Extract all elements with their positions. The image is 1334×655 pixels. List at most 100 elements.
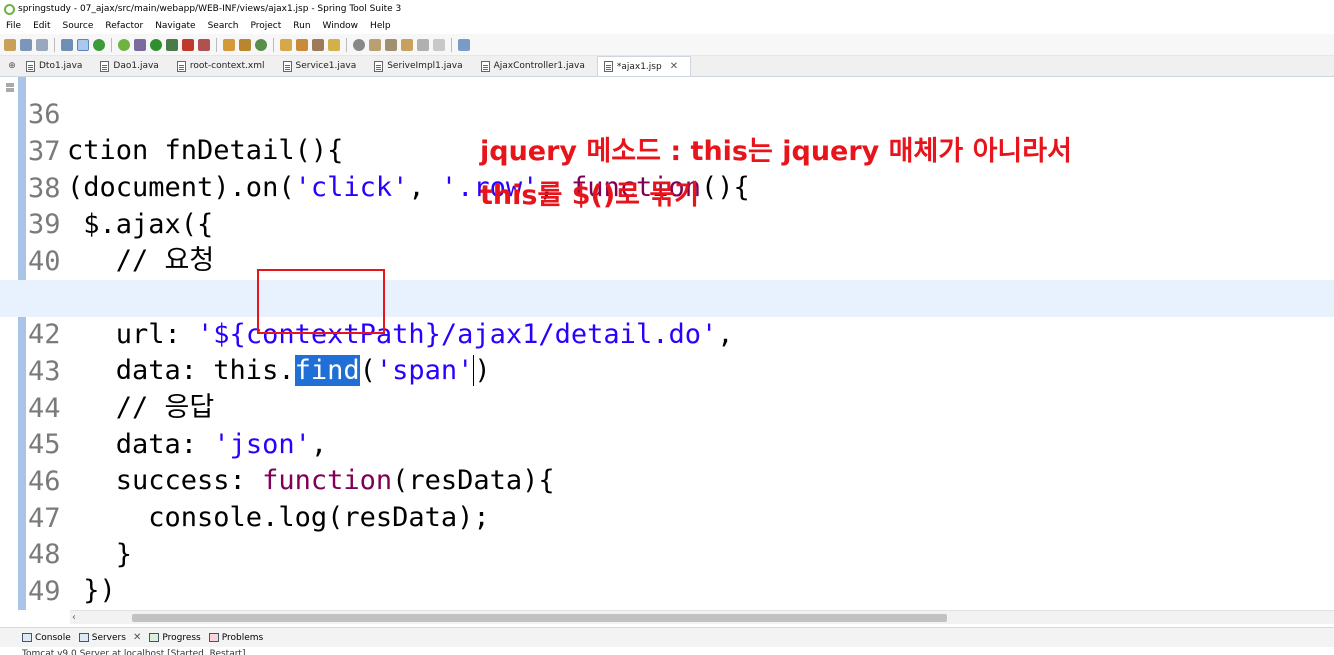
- code-line: 40 type: 'get',: [0, 207, 1334, 314]
- window-title: springstudy - 07_ajax/src/main/webapp/WE…: [18, 4, 402, 14]
- java-file-icon: [100, 60, 110, 72]
- toolbar-separator: [111, 37, 112, 52]
- tab-seriveimpl1[interactable]: SeriveImpl1.java: [368, 56, 474, 76]
- menu-window[interactable]: Window: [323, 18, 359, 34]
- menu-edit[interactable]: Edit: [33, 18, 50, 34]
- package-explorer-minimized-icon[interactable]: ⊕: [4, 56, 20, 76]
- problems-icon: [208, 633, 219, 642]
- close-tab-icon[interactable]: ✕: [133, 632, 141, 643]
- tab-dto1[interactable]: Dto1.java: [20, 56, 94, 76]
- annotation-note-line2: this를 $()로 묶기: [480, 180, 700, 211]
- toolbar-separator: [273, 37, 274, 52]
- run-icon[interactable]: [150, 38, 162, 51]
- view-tab-label: Console: [35, 632, 71, 643]
- console-icon[interactable]: [61, 38, 73, 51]
- spring-icon[interactable]: [118, 38, 130, 51]
- prev-annotation-icon[interactable]: [385, 38, 397, 51]
- code-line: 41 url: '${contextPath}/ajax1/detail.do'…: [0, 244, 1334, 351]
- servers-icon: [78, 633, 89, 642]
- java-file-icon: [374, 60, 384, 72]
- menu-help[interactable]: Help: [370, 18, 391, 34]
- tab-label: root-context.xml: [189, 61, 265, 71]
- menu-bar: File Edit Source Refactor Navigate Searc…: [0, 18, 1334, 34]
- code-line: 43 // 응답: [0, 317, 1334, 424]
- menu-run[interactable]: Run: [293, 18, 310, 34]
- code-line: 36 ction fnDetail(){: [0, 77, 1334, 167]
- code-line: 48 }): [0, 500, 1334, 607]
- menu-file[interactable]: File: [6, 18, 21, 34]
- menu-navigate[interactable]: Navigate: [155, 18, 195, 34]
- code-line: 44 data: 'json',: [0, 354, 1334, 461]
- open-folder-icon[interactable]: [328, 38, 340, 51]
- title-bar: springstudy - 07_ajax/src/main/webapp/WE…: [0, 0, 1334, 18]
- external-tools-icon[interactable]: [166, 38, 178, 51]
- scroll-left-icon[interactable]: ‹: [72, 611, 76, 625]
- menu-source[interactable]: Source: [63, 18, 94, 34]
- back-icon[interactable]: [417, 38, 429, 51]
- tab-label: AjaxController1.java: [493, 61, 585, 71]
- code-line: 46 console.log(resData);: [0, 427, 1334, 534]
- console-icon: [22, 633, 32, 642]
- menu-refactor[interactable]: Refactor: [105, 18, 143, 34]
- tab-console[interactable]: Console: [22, 633, 71, 643]
- code-line: 45 success: function(resData){: [0, 390, 1334, 497]
- toolbar-separator: [451, 37, 452, 52]
- tab-dao1[interactable]: Dao1.java: [94, 56, 170, 76]
- tab-label: Dto1.java: [39, 61, 83, 71]
- tab-label: Dao1.java: [113, 61, 159, 71]
- open-task-icon[interactable]: [296, 38, 308, 51]
- forward-icon[interactable]: [433, 38, 445, 51]
- tab-progress[interactable]: Progress: [149, 632, 201, 643]
- progress-icon: [149, 633, 160, 642]
- view-tab-label: Problems: [221, 632, 264, 643]
- view-tab-label: Servers: [91, 632, 126, 643]
- close-tab-icon[interactable]: ✕: [670, 61, 678, 72]
- bottom-views-tabbar: Console Servers ✕ Progress Problems: [0, 627, 1334, 647]
- tab-label: SeriveImpl1.java: [387, 61, 463, 71]
- scrollbar-thumb[interactable]: [132, 614, 947, 622]
- annotation-highlight-box: [257, 269, 385, 334]
- next-annotation-icon[interactable]: [369, 38, 381, 51]
- tab-servers[interactable]: Servers ✕: [78, 632, 141, 643]
- tab-ajaxcontroller1[interactable]: AjaxController1.java: [475, 56, 597, 76]
- annotation-icon[interactable]: [353, 38, 365, 51]
- open-type-icon[interactable]: [280, 38, 292, 51]
- new-package-icon[interactable]: [239, 38, 251, 51]
- save-all-icon[interactable]: [36, 38, 48, 51]
- tab-label: *ajax1.jsp: [616, 61, 662, 72]
- start-server-icon[interactable]: [93, 38, 105, 51]
- terminate-icon[interactable]: [198, 38, 210, 51]
- search-icon[interactable]: [312, 38, 324, 51]
- editor-tab-bar: ⊕ Dto1.java Dao1.java root-context.xml S…: [0, 56, 1334, 77]
- new-java-project-icon[interactable]: [223, 38, 235, 51]
- server-entry[interactable]: Tomcat v9.0 Server at localhost [Started…: [22, 647, 245, 655]
- toggle-icon[interactable]: [77, 38, 89, 51]
- java-file-icon: [282, 60, 292, 72]
- last-edit-icon[interactable]: [401, 38, 413, 51]
- code-line: 50: [0, 573, 1334, 610]
- new-icon[interactable]: [4, 38, 16, 51]
- tab-ajax1-jsp[interactable]: *ajax1.jsp ✕: [596, 56, 692, 76]
- new-class-icon[interactable]: [255, 38, 267, 51]
- debug-icon[interactable]: [134, 38, 146, 51]
- menu-project[interactable]: Project: [250, 18, 281, 34]
- horizontal-scrollbar[interactable]: ‹: [70, 610, 1334, 624]
- view-tab-label: Progress: [162, 632, 201, 643]
- save-icon[interactable]: [20, 38, 32, 51]
- code-editor[interactable]: 36 ction fnDetail(){ 37 (document).on('c…: [0, 77, 1334, 610]
- toolbar-separator: [54, 37, 55, 52]
- toolbar-separator: [346, 37, 347, 52]
- tab-service1[interactable]: Service1.java: [277, 56, 369, 76]
- toolbar-separator: [216, 37, 217, 52]
- stop-icon[interactable]: [182, 38, 194, 51]
- code-line-current: 42 data: this.find('span'): [0, 280, 1334, 387]
- jsp-file-icon: [603, 61, 613, 72]
- open-perspective-icon[interactable]: [458, 38, 470, 51]
- java-file-icon: [480, 60, 490, 72]
- java-file-icon: [26, 60, 35, 72]
- menu-search[interactable]: Search: [208, 18, 239, 34]
- annotation-note-line1: jquery 메소드 : this는 jquery 매체가 아니라서: [480, 136, 1072, 167]
- xml-file-icon: [176, 60, 186, 72]
- tab-root-context[interactable]: root-context.xml: [171, 56, 277, 76]
- tab-problems[interactable]: Problems: [208, 632, 264, 643]
